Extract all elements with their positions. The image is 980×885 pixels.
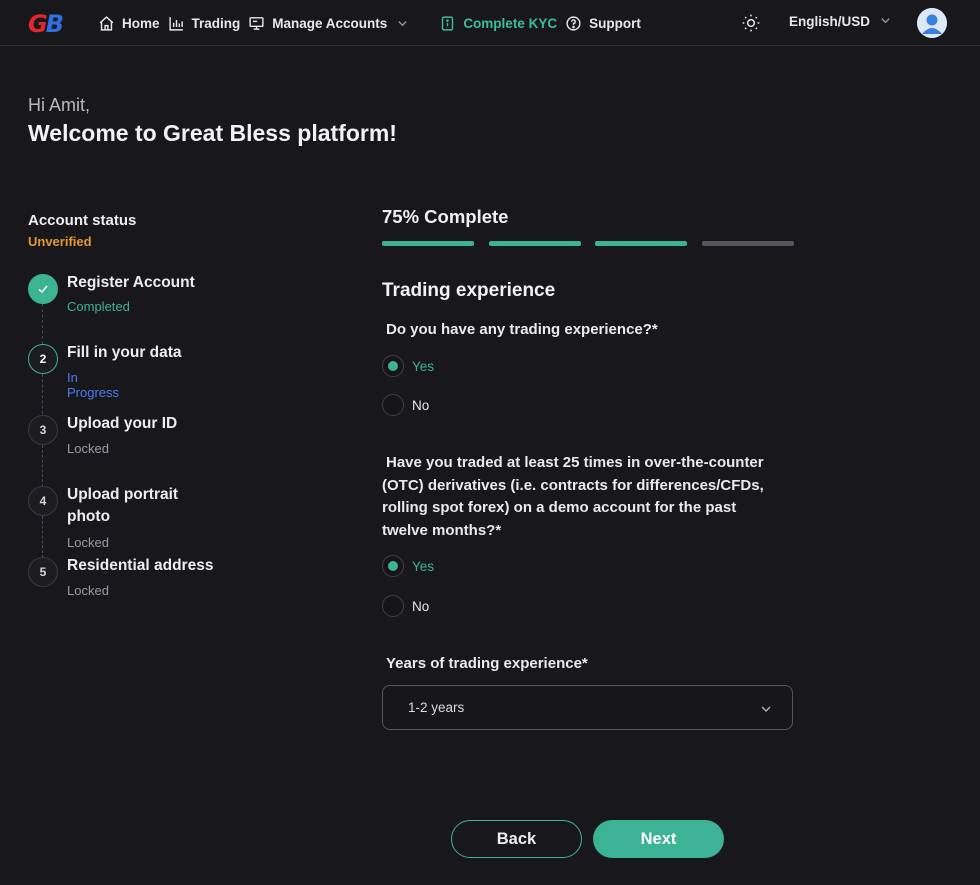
radio-label: Yes: [412, 558, 435, 574]
question-years-experience: Years of trading experience*: [386, 655, 588, 672]
question-trading-experience: Do you have any trading experience?*: [386, 321, 658, 338]
nav-manage-accounts-label: Manage Accounts: [272, 15, 388, 31]
step-status: In Progress: [67, 370, 120, 400]
step-title: Fill in your data: [67, 344, 182, 361]
nav-home-label: Home: [122, 15, 160, 31]
section-title: Trading experience: [382, 280, 556, 301]
step-title: Upload portrait photo: [67, 486, 179, 525]
radio-q2-no[interactable]: No: [382, 595, 429, 617]
chevron-down-icon: [760, 702, 772, 720]
radio-label: No: [412, 598, 430, 614]
brand-logo[interactable]: GB: [28, 10, 64, 38]
step-status: Locked: [67, 583, 109, 598]
progress-segment: [489, 241, 581, 246]
chart-icon: [168, 16, 183, 31]
chevron-down-icon[interactable]: [397, 18, 415, 29]
select-value: 1-2 years: [408, 700, 465, 715]
nav-home[interactable]: Home: [98, 15, 160, 32]
step-title: Residential address: [67, 557, 214, 574]
question-otc-derivatives: Have you traded at least 25 times in ove…: [382, 454, 764, 539]
nav-trading-label: Trading: [191, 15, 241, 31]
monitor-icon: [249, 16, 264, 30]
nav-support[interactable]: Support: [565, 15, 641, 32]
document-icon: [442, 15, 454, 31]
step-title: Upload your ID: [67, 415, 178, 432]
home-icon: [99, 15, 114, 31]
greeting-text: Hi Amit,: [28, 95, 91, 115]
step-status: Completed: [67, 299, 130, 314]
language-label: English/USD: [789, 14, 871, 29]
progress-segment: [382, 241, 474, 246]
radio-dot: [388, 361, 398, 371]
nav-complete-kyc-label: Complete KYC: [463, 15, 558, 31]
radio-q1-yes[interactable]: Yes: [382, 355, 434, 377]
step-connector: [42, 516, 43, 558]
radio-q2-yes[interactable]: Yes: [382, 555, 434, 577]
next-button[interactable]: Next: [593, 820, 724, 858]
progress-segment: [702, 241, 794, 246]
language-currency-select[interactable]: English/USD: [789, 14, 891, 29]
step-status: Locked: [67, 535, 109, 550]
step-status: Locked: [67, 441, 109, 456]
help-circle-icon: [566, 15, 581, 31]
nav-trading[interactable]: Trading: [168, 15, 241, 32]
years-experience-select[interactable]: 1-2 years: [382, 685, 793, 730]
step-number: 2: [28, 344, 58, 374]
nav-complete-kyc[interactable]: Complete KYC: [439, 15, 557, 32]
nav-manage-accounts[interactable]: Manage Accounts: [248, 15, 431, 32]
user-avatar-icon[interactable]: [917, 8, 947, 38]
step-connector: [42, 304, 43, 344]
page-title: Welcome to Great Bless platform!: [28, 120, 397, 146]
top-navbar: GB Home Trading Manage Accounts Complete…: [0, 0, 980, 46]
progress-segment: [595, 241, 687, 246]
account-status-label: Account status: [28, 212, 137, 229]
nav-support-label: Support: [589, 15, 641, 31]
theme-toggle-sun-icon[interactable]: [741, 13, 761, 38]
back-button[interactable]: Back: [451, 820, 582, 858]
account-status-badge: Unverified: [28, 234, 92, 249]
main-nav: Home Trading Manage Accounts Complete KY…: [98, 0, 649, 46]
radio-label: No: [412, 397, 430, 413]
step-number: 4: [28, 486, 58, 516]
check-icon: [28, 274, 58, 304]
radio-dot: [388, 561, 398, 571]
step-title: Register Account: [67, 274, 195, 291]
progress-label: 75% Complete: [382, 206, 509, 227]
step-number: 5: [28, 557, 58, 587]
step-connector: [42, 374, 43, 414]
radio-label: Yes: [412, 358, 435, 374]
radio-q1-no[interactable]: No: [382, 394, 429, 416]
step-number: 3: [28, 415, 58, 445]
step-connector: [42, 445, 43, 487]
chevron-down-icon: [880, 14, 891, 29]
